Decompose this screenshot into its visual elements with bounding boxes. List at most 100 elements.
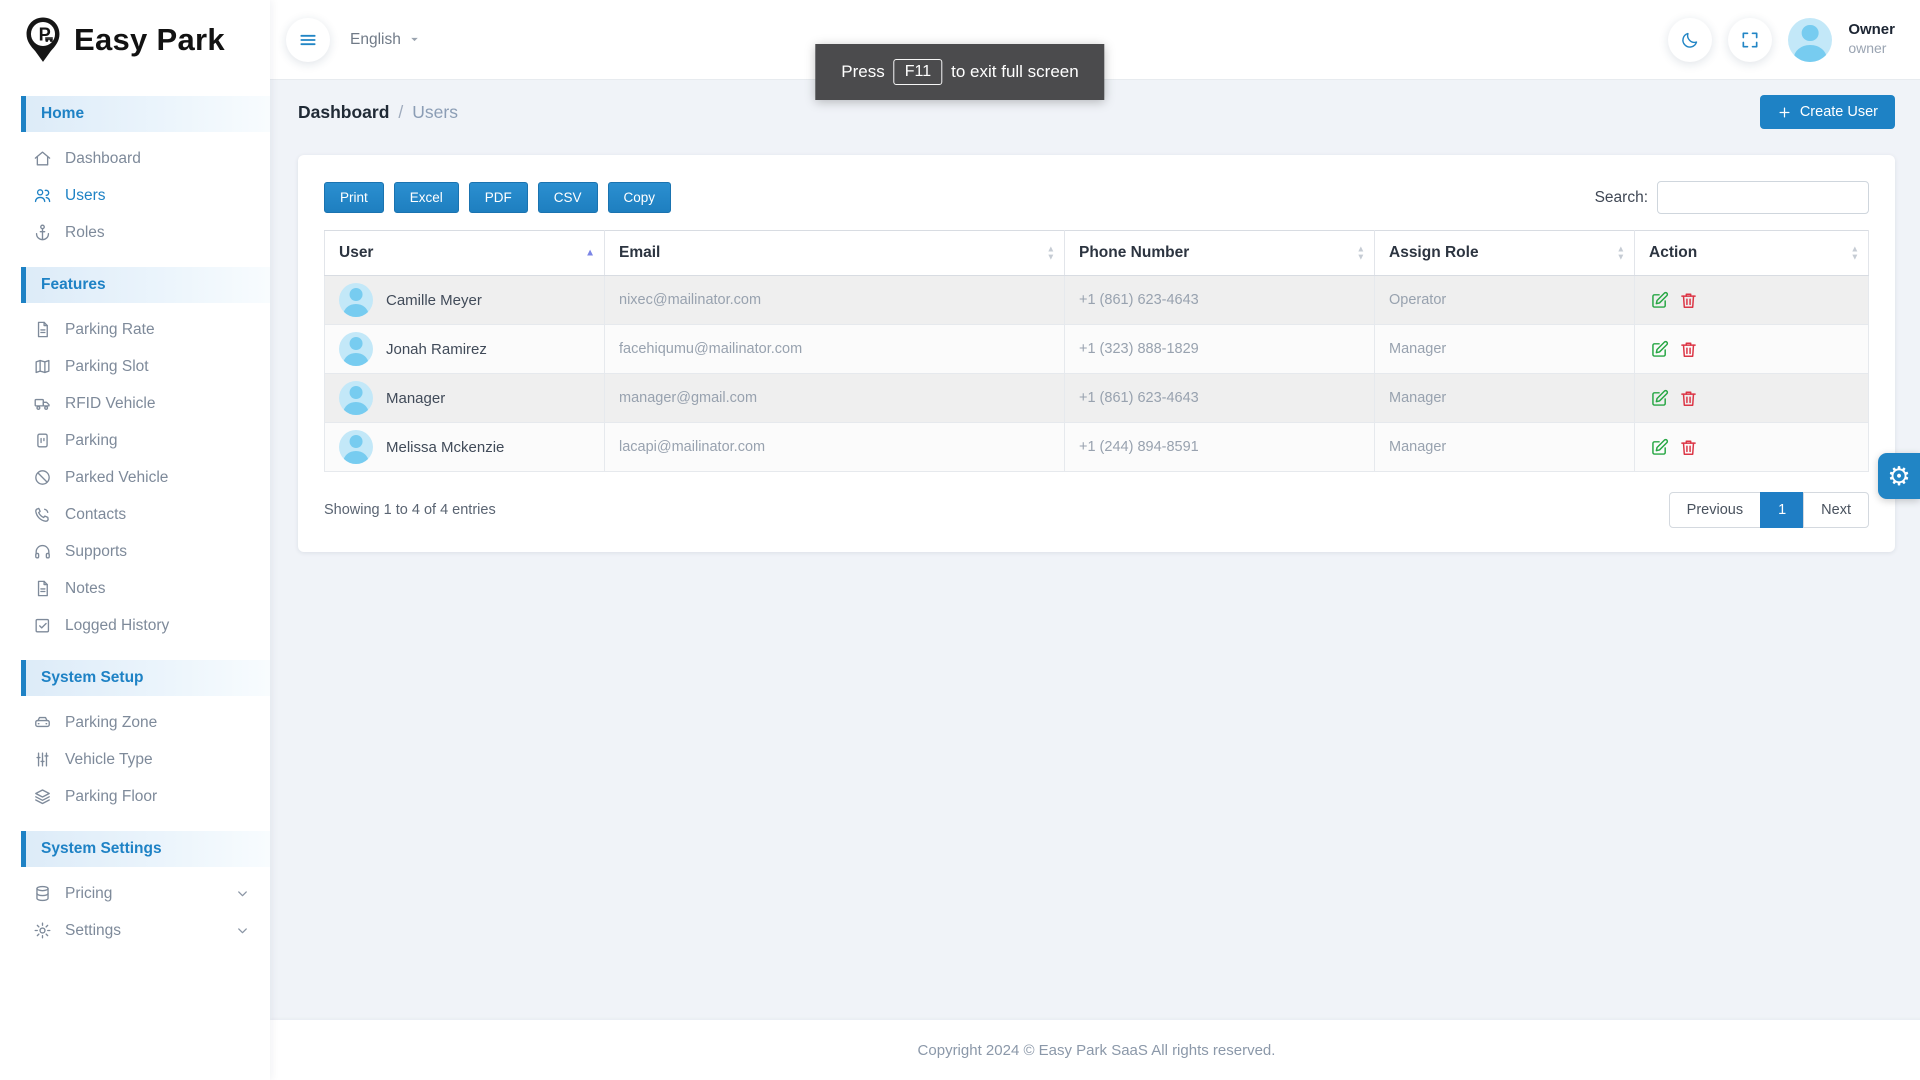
export-csv-button[interactable]: CSV	[538, 182, 598, 213]
sidebar-item-parking[interactable]: Parking	[0, 422, 270, 459]
app-root: P Easy Park Home Dashboard Users Roles Featu…	[0, 0, 1920, 1080]
delete-user-button[interactable]	[1678, 339, 1699, 360]
sidebar-item-contacts[interactable]: Contacts	[0, 496, 270, 533]
sidebar-toggle-button[interactable]	[286, 18, 330, 62]
create-user-button[interactable]: Create User	[1760, 95, 1895, 129]
sidebar-item-label: Users	[65, 187, 105, 205]
map-icon	[33, 357, 52, 376]
dark-mode-button[interactable]	[1668, 18, 1712, 62]
create-user-label: Create User	[1800, 104, 1878, 120]
file-icon	[33, 320, 52, 339]
user-name-cell: Jonah Ramirez	[386, 341, 487, 358]
meter-icon	[33, 431, 52, 450]
user-cell: Camille Meyer	[339, 283, 590, 317]
sidebar-item-parking-slot[interactable]: Parking Slot	[0, 348, 270, 385]
delete-user-button[interactable]	[1678, 388, 1699, 409]
previous-page-button[interactable]: Previous	[1669, 492, 1761, 528]
edit-icon	[1649, 437, 1670, 458]
delete-user-button[interactable]	[1678, 437, 1699, 458]
table-toolbar: Print Excel PDF CSV Copy Search:	[324, 181, 1869, 214]
role-cell: Manager	[1375, 374, 1635, 423]
sidebar-item-pricing[interactable]: Pricing	[0, 875, 270, 912]
sidebar-item-vehicle-type[interactable]: Vehicle Type	[0, 741, 270, 778]
search-box: Search:	[1595, 181, 1869, 214]
sidebar-item-logged-history[interactable]: Logged History	[0, 607, 270, 644]
sort-icon: ▲▼	[1851, 246, 1859, 261]
column-header-phone-number[interactable]: Phone Number ▲▼	[1065, 231, 1375, 276]
table-row: Camille Meyernixec@mailinator.com+1 (861…	[325, 276, 1869, 325]
breadcrumb-separator: /	[398, 102, 403, 123]
trash-icon	[1678, 388, 1699, 409]
sidebar-item-label: Notes	[65, 580, 106, 598]
sidebar-item-users[interactable]: Users	[0, 177, 270, 214]
edit-user-button[interactable]	[1649, 290, 1670, 311]
sidebar-item-label: Contacts	[65, 506, 126, 524]
next-page-button[interactable]: Next	[1803, 492, 1869, 528]
sidebar-item-supports[interactable]: Supports	[0, 533, 270, 570]
sidebar-item-label: RFID Vehicle	[65, 395, 155, 413]
column-header-assign-role[interactable]: Assign Role▲▼	[1375, 231, 1635, 276]
sidebar-item-parking-floor[interactable]: Parking Floor	[0, 778, 270, 815]
expand-icon	[1740, 30, 1760, 50]
column-label: Phone Number	[1079, 244, 1189, 261]
language-selector[interactable]: English	[350, 31, 421, 49]
gear-icon: ⚙	[1887, 461, 1910, 492]
user-avatar[interactable]	[1788, 18, 1832, 62]
edit-user-button[interactable]	[1649, 388, 1670, 409]
sidebar-item-parked-vehicle[interactable]: Parked Vehicle	[0, 459, 270, 496]
edit-user-button[interactable]	[1649, 437, 1670, 458]
user-name-cell: Manager	[386, 390, 445, 407]
plus-icon	[1777, 105, 1792, 120]
edit-user-button[interactable]	[1649, 339, 1670, 360]
column-header-email[interactable]: Email▲▼	[605, 231, 1065, 276]
column-header-user[interactable]: User▲	[325, 231, 605, 276]
sidebar-item-rfid-vehicle[interactable]: RFID Vehicle	[0, 385, 270, 422]
current-page-button[interactable]: 1	[1760, 492, 1804, 528]
brand[interactable]: P Easy Park	[0, 0, 270, 80]
export-print-button[interactable]: Print	[324, 182, 384, 213]
theme-settings-button[interactable]: ⚙	[1878, 453, 1920, 499]
truck-icon	[33, 394, 52, 413]
breadcrumb-section[interactable]: Dashboard	[298, 102, 389, 123]
email-cell: manager@gmail.com	[605, 374, 1065, 423]
brand-name: Easy Park	[74, 22, 225, 58]
action-cell	[1649, 290, 1854, 311]
chevron-down-icon	[235, 923, 250, 938]
export-pdf-button[interactable]: PDF	[469, 182, 528, 213]
sidebar-section-features: Features	[21, 267, 270, 303]
sidebar-section-system-settings: System Settings	[21, 831, 270, 867]
column-header-action[interactable]: Action▲▼	[1635, 231, 1869, 276]
search-input[interactable]	[1657, 181, 1869, 214]
sidebar-item-settings[interactable]: Settings	[0, 912, 270, 949]
action-cell	[1649, 388, 1854, 409]
fullscreen-toast: Press F11 to exit full screen	[815, 44, 1104, 100]
sidebar-item-label: Settings	[65, 922, 121, 940]
fullscreen-button[interactable]	[1728, 18, 1772, 62]
sidebar-nav: Home Dashboard Users Roles Features Parking R…	[0, 96, 270, 949]
phone-cell: +1 (244) 894-8591	[1065, 423, 1375, 472]
page-content: Dashboard / Users Create User Print Excel…	[270, 80, 1920, 1020]
brand-logo-icon: P	[24, 16, 62, 64]
sidebar-item-roles[interactable]: Roles	[0, 214, 270, 251]
page-head: Dashboard / Users Create User	[298, 95, 1895, 129]
user-name-cell: Melissa Mckenzie	[386, 439, 504, 456]
sort-icon: ▲▼	[1357, 246, 1365, 261]
sidebar-item-parking-rate[interactable]: Parking Rate	[0, 311, 270, 348]
phone-cell: +1 (323) 888-1829	[1065, 325, 1375, 374]
toast-suffix: to exit full screen	[951, 62, 1079, 82]
delete-user-button[interactable]	[1678, 290, 1699, 311]
sidebar-item-dashboard[interactable]: Dashboard	[0, 140, 270, 177]
table-header-row: User▲Email▲▼Phone Number▲▼Assign Role▲▼A…	[325, 231, 1869, 276]
export-copy-button[interactable]: Copy	[608, 182, 672, 213]
action-cell	[1649, 437, 1854, 458]
sidebar-section-home: Home	[21, 96, 270, 132]
sidebar-item-notes[interactable]: Notes	[0, 570, 270, 607]
sort-icon: ▲▼	[1617, 246, 1625, 261]
phone-icon	[33, 505, 52, 524]
sidebar-section-system-setup: System Setup	[21, 660, 270, 696]
sidebar-item-label: Roles	[65, 224, 105, 242]
gear-icon	[33, 921, 52, 940]
sidebar-item-parking-zone[interactable]: Parking Zone	[0, 704, 270, 741]
export-excel-button[interactable]: Excel	[394, 182, 459, 213]
home-icon	[33, 149, 52, 168]
